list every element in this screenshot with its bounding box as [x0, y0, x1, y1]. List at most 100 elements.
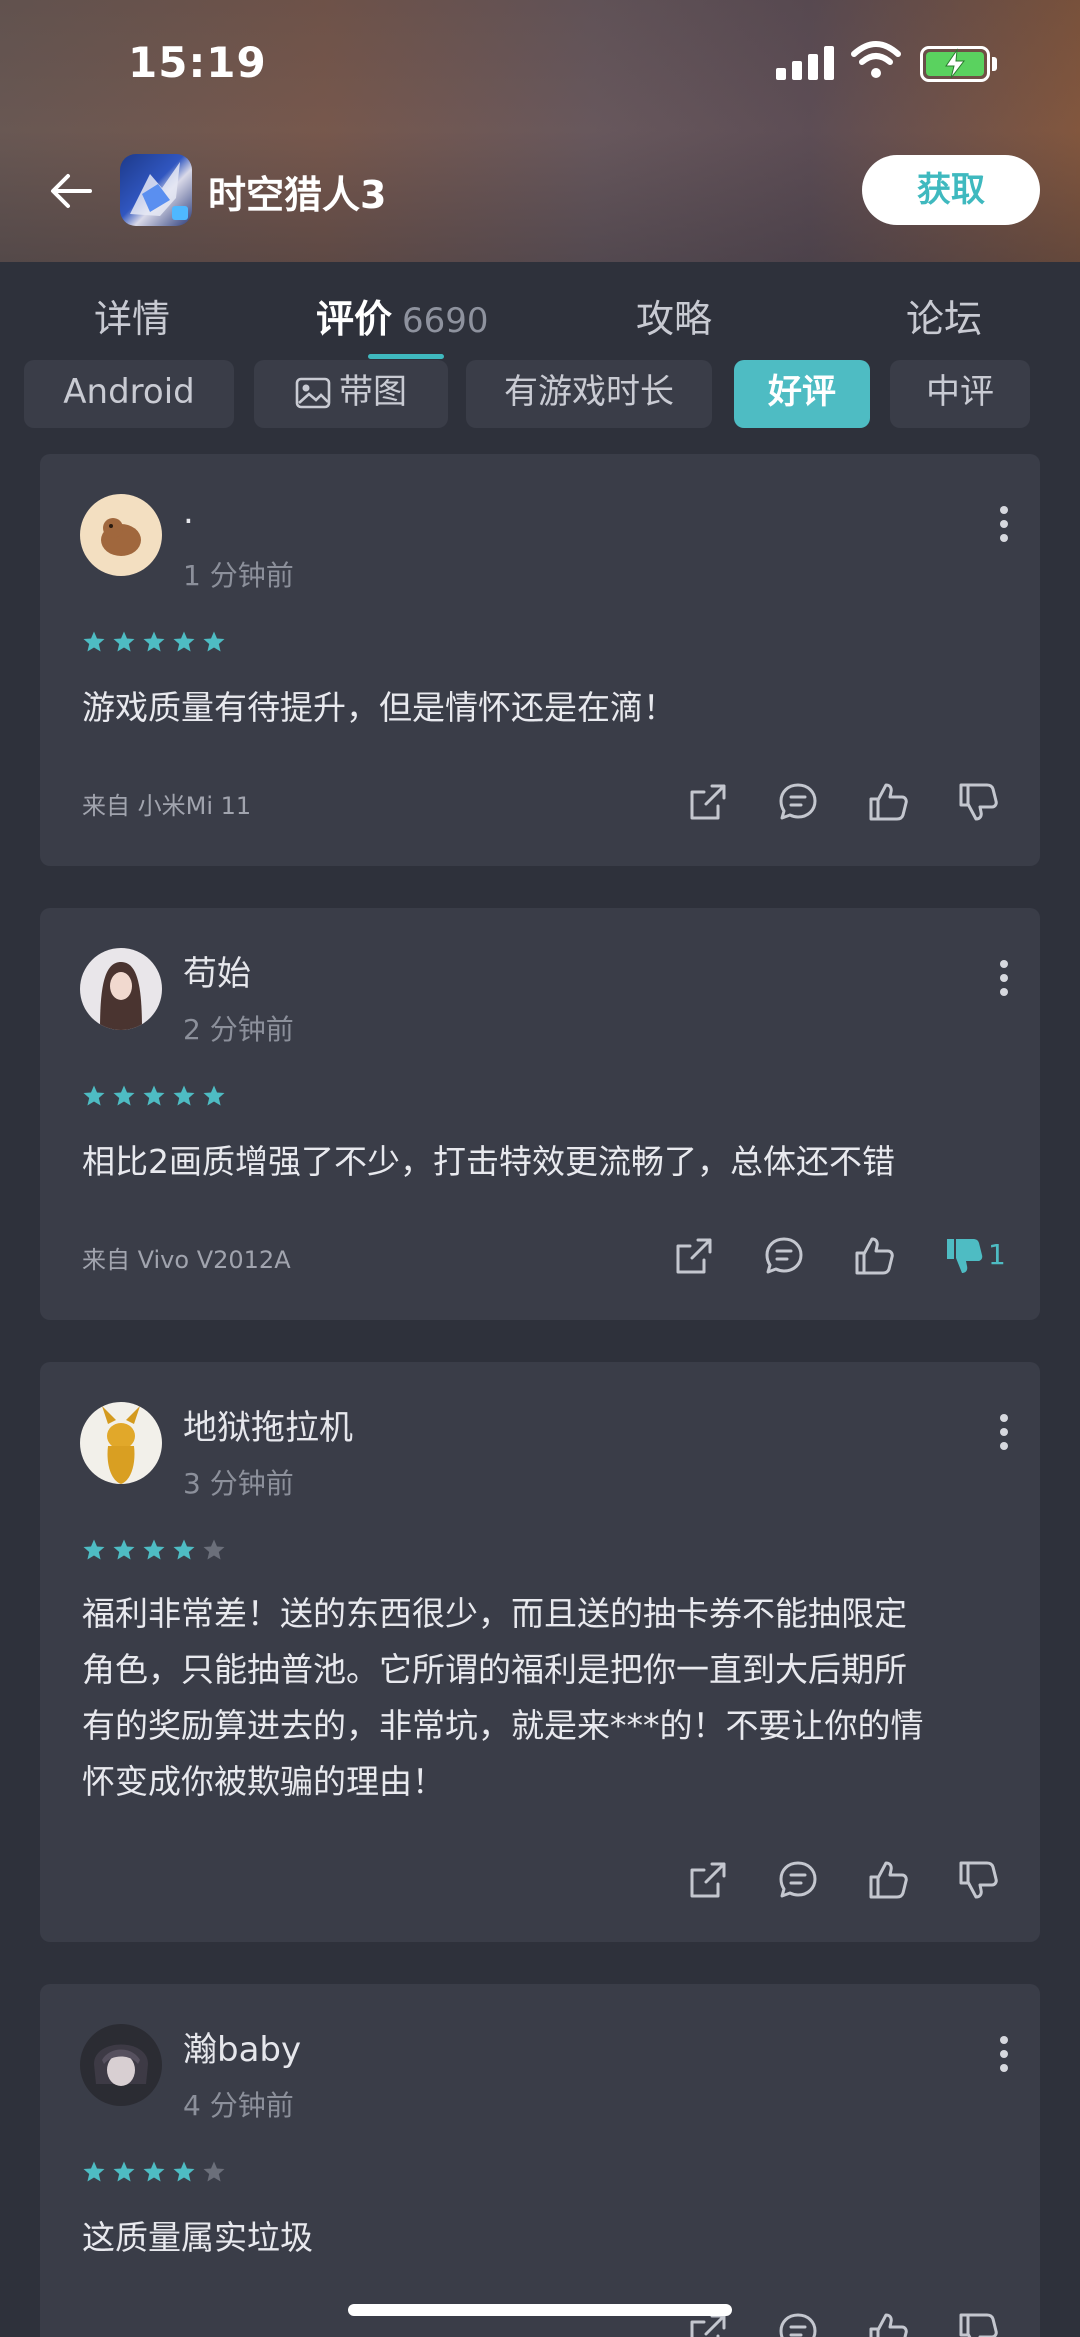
back-arrow-icon[interactable]	[46, 166, 96, 216]
more-options-icon[interactable]	[998, 2034, 1010, 2074]
more-options-icon[interactable]	[998, 958, 1010, 998]
review-actions	[640, 780, 1000, 824]
battery-icon	[920, 46, 998, 82]
review-username[interactable]: .	[183, 492, 194, 532]
tab-bar: 详情 评价 6690 攻略 论坛	[0, 262, 1080, 362]
review-text-line: 角色，只能抽普池。它所谓的福利是把你一直到大后期所	[82, 1650, 907, 1689]
star-filled-icon	[83, 631, 105, 652]
review-content: 游戏质量有待提升，但是情怀还是在滴！	[82, 680, 1002, 736]
review-actions: 1	[626, 1234, 1006, 1278]
status-bar: 15:19	[0, 0, 1080, 120]
review-time: 2 分钟前	[183, 1013, 294, 1046]
filter-playtime[interactable]: 有游戏时长	[466, 360, 712, 428]
review-count: 6690	[402, 301, 489, 341]
review-username[interactable]: 地狱拖拉机	[183, 1400, 353, 1449]
star-filled-icon	[173, 1539, 195, 1560]
share-icon[interactable]	[686, 780, 730, 824]
avatar[interactable]	[80, 1402, 162, 1484]
review-content: 福利非常差！送的东西很少，而且送的抽卡券不能抽限定 角色，只能抽普池。它所谓的福…	[82, 1586, 1002, 1810]
avatar[interactable]	[80, 494, 162, 576]
review-username[interactable]: 苟始	[183, 946, 251, 995]
share-icon[interactable]	[686, 1858, 730, 1902]
like-icon[interactable]	[866, 1858, 910, 1902]
active-tab-indicator	[368, 354, 444, 359]
star-empty-icon	[203, 2161, 225, 2182]
share-icon[interactable]	[672, 1234, 716, 1278]
star-filled-icon	[173, 1085, 195, 1106]
star-empty-icon	[203, 1539, 225, 1560]
comment-icon[interactable]	[776, 1858, 820, 1902]
app-icon	[120, 154, 192, 226]
star-rating	[82, 630, 226, 654]
review-content: 这质量属实垃圾	[82, 2210, 1002, 2266]
review-username[interactable]: 瀚baby	[183, 2022, 301, 2071]
star-filled-icon	[173, 631, 195, 652]
star-filled-icon	[143, 631, 165, 652]
review-text-line: 游戏质量有待提升，但是情怀还是在滴！	[82, 688, 676, 727]
star-filled-icon	[203, 631, 225, 652]
filter-with-image[interactable]: 带图	[254, 360, 448, 428]
star-filled-icon	[203, 1085, 225, 1106]
review-card: 苟始 2 分钟前 相比2画质增强了不少，打击特效更流畅了，总体还不错 来自 Vi…	[40, 908, 1040, 1320]
dislike-filled-icon	[947, 1239, 983, 1273]
like-icon[interactable]	[866, 2310, 910, 2337]
review-time: 3 分钟前	[183, 1467, 294, 1500]
avatar[interactable]	[80, 2024, 162, 2106]
star-filled-icon	[143, 1085, 165, 1106]
wifi-icon	[851, 41, 901, 78]
device-source: 来自 Vivo V2012A	[82, 1246, 291, 1274]
star-rating	[82, 1538, 226, 1562]
review-time: 1 分钟前	[183, 559, 294, 592]
star-filled-icon	[173, 2161, 195, 2182]
like-icon[interactable]	[866, 780, 910, 824]
star-filled-icon	[113, 2161, 135, 2182]
comment-icon[interactable]	[762, 1234, 806, 1278]
app-header: 15:19 时空猎人3 获取	[0, 0, 1080, 262]
review-filters: Android 带图 有游戏时长 好评 中评	[0, 360, 1080, 430]
nav-bar: 时空猎人3 获取	[0, 150, 1080, 230]
star-filled-icon	[113, 1539, 135, 1560]
avatar[interactable]	[80, 948, 162, 1030]
review-card: 瀚baby 4 分钟前 这质量属实垃圾	[40, 1984, 1040, 2337]
comment-icon[interactable]	[776, 2310, 820, 2337]
filter-positive[interactable]: 好评	[734, 360, 870, 428]
tab-reviews[interactable]: 评价 6690	[316, 288, 489, 343]
status-time: 15:19	[128, 38, 267, 87]
app-title: 时空猎人3	[208, 173, 387, 217]
dislike-button-active[interactable]: 1	[942, 1234, 1006, 1278]
review-text-line: 这质量属实垃圾	[82, 2218, 313, 2257]
tab-forum[interactable]: 论坛	[906, 288, 982, 343]
review-text-line: 相比2画质增强了不少，打击特效更流畅了，总体还不错	[82, 1142, 895, 1181]
more-options-icon[interactable]	[998, 1412, 1010, 1452]
review-content: 相比2画质增强了不少，打击特效更流畅了，总体还不错	[82, 1134, 1002, 1190]
home-indicator	[348, 2304, 732, 2316]
more-options-icon[interactable]	[998, 504, 1010, 544]
star-filled-icon	[113, 631, 135, 652]
comment-icon[interactable]	[776, 780, 820, 824]
review-text-line: 有的奖励算进去的，非常坑，就是来***的！不要让你的情	[82, 1706, 924, 1745]
tab-details[interactable]: 详情	[94, 288, 170, 343]
star-rating	[82, 2160, 226, 2184]
star-filled-icon	[83, 1085, 105, 1106]
filter-neutral[interactable]: 中评	[890, 360, 1030, 428]
tab-reviews-label: 评价	[316, 297, 393, 341]
star-filled-icon	[143, 2161, 165, 2182]
dislike-icon[interactable]	[956, 2310, 1000, 2337]
star-filled-icon	[143, 1539, 165, 1560]
device-source: 来自 小米Mi 11	[82, 792, 252, 820]
get-button[interactable]: 获取	[862, 155, 1040, 225]
cellular-signal-icon	[776, 46, 834, 80]
dislike-icon[interactable]	[956, 1858, 1000, 1902]
review-card: 地狱拖拉机 3 分钟前 福利非常差！送的东西很少，而且送的抽卡券不能抽限定 角色…	[40, 1362, 1040, 1942]
dislike-icon[interactable]	[956, 780, 1000, 824]
tab-guides[interactable]: 攻略	[636, 288, 712, 343]
star-rating	[82, 1084, 226, 1108]
review-actions	[640, 1858, 1000, 1902]
review-text-line: 福利非常差！送的东西很少，而且送的抽卡券不能抽限定	[82, 1594, 907, 1633]
star-filled-icon	[83, 2161, 105, 2182]
star-filled-icon	[113, 1085, 135, 1106]
filter-android[interactable]: Android	[24, 360, 234, 428]
dislike-count: 1	[988, 1238, 1006, 1271]
like-icon[interactable]	[852, 1234, 896, 1278]
filter-with-image-label: 带图	[339, 372, 407, 412]
